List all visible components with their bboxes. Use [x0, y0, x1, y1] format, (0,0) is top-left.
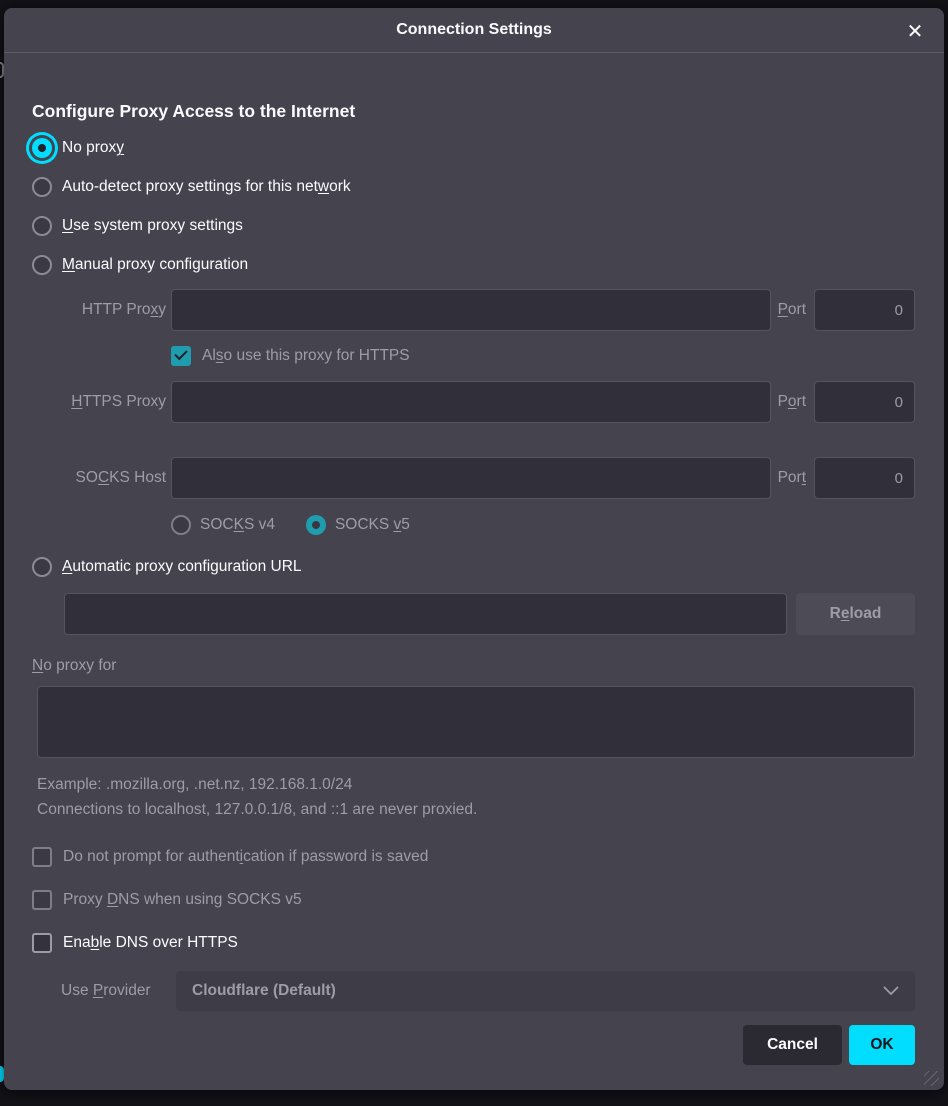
- radio-icon-system-proxy: [32, 216, 52, 236]
- dialog-title: Connection Settings: [396, 21, 552, 39]
- http-port-input[interactable]: [814, 289, 915, 331]
- chevron-down-icon: [883, 986, 899, 996]
- radio-manual-proxy[interactable]: Manual proxy configuration: [32, 253, 915, 277]
- checkbox-label: Also use this proxy for HTTPS: [202, 347, 410, 365]
- socks-host-label: SOCKS Host: [32, 469, 171, 487]
- checkbox-enable-doh[interactable]: Enable DNS over HTTPS: [32, 933, 915, 953]
- radio-socks-v4-label[interactable]: SOCKS v4: [200, 516, 275, 534]
- socks-port-input[interactable]: [814, 457, 915, 499]
- close-icon: ✕: [907, 19, 924, 43]
- radio-label: Manual proxy configuration: [62, 256, 248, 274]
- checkbox-icon-proxy-dns: [32, 890, 52, 910]
- radio-icon-socks-v4[interactable]: [171, 515, 191, 535]
- radio-icon-auto-url: [32, 557, 52, 577]
- http-proxy-input[interactable]: [171, 289, 771, 331]
- radio-icon-manual-proxy: [32, 255, 52, 275]
- https-port-label: Port: [778, 393, 806, 411]
- radio-label: Auto-detect proxy settings for this netw…: [62, 178, 351, 196]
- https-proxy-input[interactable]: [171, 381, 771, 423]
- checkbox-no-prompt-auth[interactable]: Do not prompt for authentication if pass…: [32, 847, 915, 867]
- radio-label: Use system proxy settings: [62, 217, 243, 235]
- radio-system-proxy[interactable]: Use system proxy settings: [32, 214, 915, 238]
- radio-icon-no-proxy: [32, 138, 52, 158]
- radio-auto-detect[interactable]: Auto-detect proxy settings for this netw…: [32, 175, 915, 199]
- checkbox-label: Proxy DNS when using SOCKS v5: [63, 891, 302, 909]
- checkbox-also-https[interactable]: Also use this proxy for HTTPS: [171, 344, 915, 368]
- checkbox-proxy-dns[interactable]: Proxy DNS when using SOCKS v5: [32, 890, 915, 910]
- resize-grip[interactable]: [924, 1071, 939, 1086]
- cancel-button[interactable]: Cancel: [743, 1025, 842, 1065]
- radio-socks-v5-label[interactable]: SOCKS v5: [335, 516, 410, 534]
- connection-settings-dialog: Connection Settings ✕ Configure Proxy Ac…: [4, 8, 944, 1090]
- close-button[interactable]: ✕: [900, 16, 930, 46]
- checkbox-icon-enable-doh: [32, 933, 52, 953]
- dialog-content: Configure Proxy Access to the Internet N…: [4, 53, 944, 1065]
- radio-auto-url[interactable]: Automatic proxy configuration URL: [32, 555, 915, 579]
- checkbox-label: Enable DNS over HTTPS: [63, 934, 238, 952]
- dialog-titlebar: Connection Settings ✕: [4, 8, 944, 53]
- http-proxy-label: HTTP Proxy: [32, 301, 171, 319]
- checkbox-icon-also-https: [171, 346, 191, 366]
- auto-url-input[interactable]: [64, 593, 787, 635]
- use-provider-label: Use Provider: [61, 982, 176, 1000]
- page-title: Configure Proxy Access to the Internet: [32, 101, 915, 122]
- http-port-label: Port: [778, 301, 806, 319]
- localhost-note-text: Connections to localhost, 127.0.0.1/8, a…: [37, 801, 915, 819]
- reload-button[interactable]: Reload: [796, 593, 915, 635]
- radio-label: Automatic proxy configuration URL: [62, 558, 302, 576]
- https-port-input[interactable]: [814, 381, 915, 423]
- checkbox-icon-no-prompt-auth: [32, 847, 52, 867]
- radio-icon-socks-v5[interactable]: [306, 515, 326, 535]
- provider-select[interactable]: Cloudflare (Default): [176, 971, 915, 1011]
- no-proxy-for-label: No proxy for: [32, 657, 915, 677]
- radio-no-proxy[interactable]: No proxy: [32, 136, 915, 160]
- checkbox-label: Do not prompt for authentication if pass…: [63, 848, 428, 866]
- no-proxy-example-text: Example: .mozilla.org, .net.nz, 192.168.…: [37, 776, 915, 794]
- socks-port-label: Port: [778, 469, 806, 487]
- no-proxy-for-textarea[interactable]: [37, 686, 915, 758]
- radio-label: No proxy: [62, 139, 124, 157]
- radio-icon-auto-detect: [32, 177, 52, 197]
- socks-host-input[interactable]: [171, 457, 771, 499]
- ok-button[interactable]: OK: [849, 1025, 915, 1065]
- https-proxy-label: HTTPS Proxy: [32, 393, 171, 411]
- provider-selected-value: Cloudflare (Default): [192, 982, 883, 1000]
